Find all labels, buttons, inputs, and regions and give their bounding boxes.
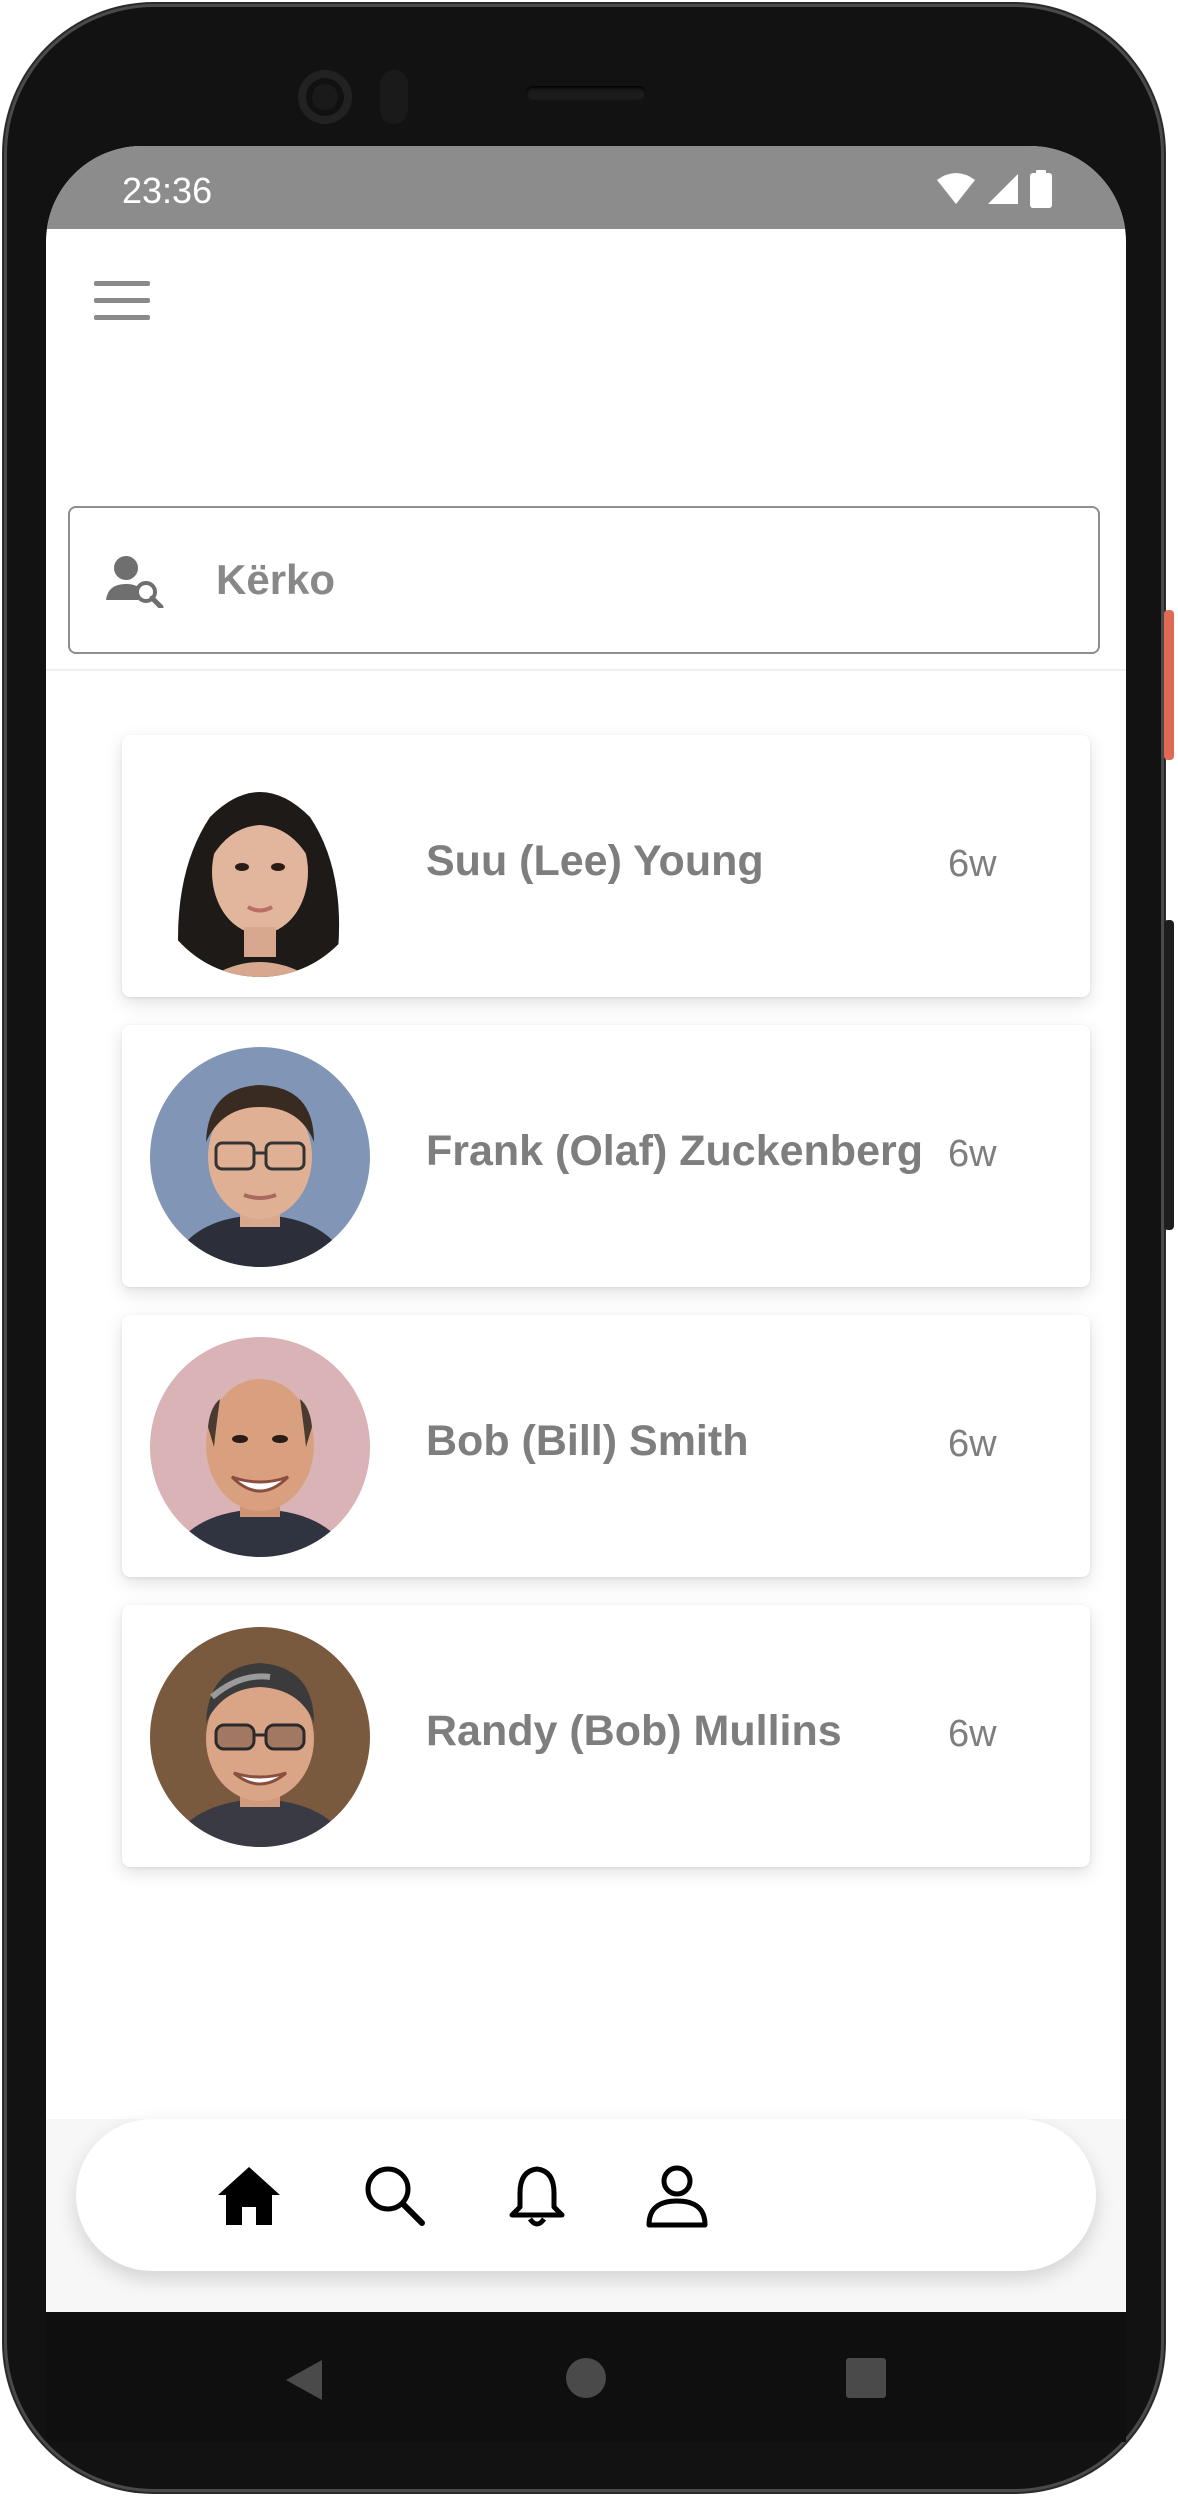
home-circle-icon[interactable] — [564, 2356, 608, 2400]
avatar — [150, 1047, 370, 1267]
recents-icon[interactable] — [844, 2356, 888, 2400]
status-icons — [936, 170, 1052, 208]
divider — [46, 669, 1126, 671]
contact-name: Randy (Bob) Mullins — [426, 1707, 842, 1755]
search-input[interactable]: Kërko — [68, 506, 1100, 654]
contact-card[interactable]: Frank (Olaf) Zuckenberg 6w — [122, 1025, 1090, 1287]
home-icon[interactable] — [214, 2161, 284, 2231]
phone-device: 23:36 Kërko Suu (Lee) Young 6w Frank (Ol… — [0, 0, 1178, 2498]
proximity-sensor — [380, 70, 408, 124]
system-nav-bar — [46, 2312, 1126, 2442]
profile-icon[interactable] — [642, 2161, 712, 2231]
contact-time: 6w — [948, 1713, 997, 1755]
search-icon[interactable] — [360, 2161, 430, 2231]
person-search-icon — [106, 556, 164, 608]
avatar — [150, 1627, 370, 1847]
search-placeholder: Kërko — [216, 556, 336, 603]
contact-time: 6w — [948, 843, 997, 885]
avatar — [150, 757, 370, 977]
front-camera — [298, 70, 352, 124]
menu-line — [94, 281, 150, 286]
bell-icon[interactable] — [502, 2161, 572, 2231]
contact-time: 6w — [948, 1133, 997, 1175]
menu-line — [94, 298, 150, 303]
bottom-nav — [76, 2119, 1096, 2271]
hamburger-menu-icon[interactable] — [94, 281, 150, 329]
wifi-icon — [937, 173, 975, 204]
power-button — [1164, 920, 1174, 1230]
avatar — [150, 1337, 370, 1557]
contact-time: 6w — [948, 1423, 997, 1465]
contact-card[interactable]: Randy (Bob) Mullins 6w — [122, 1605, 1090, 1867]
contact-name: Bob (Bill) Smith — [426, 1417, 749, 1465]
back-icon[interactable] — [282, 2358, 326, 2402]
contact-card[interactable]: Suu (Lee) Young 6w — [122, 735, 1090, 997]
contact-name: Frank (Olaf) Zuckenberg — [426, 1127, 923, 1175]
status-bar: 23:36 — [46, 146, 1126, 229]
volume-button — [1164, 610, 1174, 760]
status-time: 23:36 — [122, 170, 213, 211]
contact-card[interactable]: Bob (Bill) Smith 6w — [122, 1315, 1090, 1577]
contact-list: Suu (Lee) Young 6w Frank (Olaf) Zuckenbe… — [68, 677, 1104, 2147]
screen: 23:36 Kërko Suu (Lee) Young 6w Frank (Ol… — [46, 146, 1126, 2442]
cellular-signal-icon — [988, 174, 1018, 204]
app-content: Kërko Suu (Lee) Young 6w Frank (Olaf) Zu… — [46, 229, 1126, 2147]
earpiece-speaker — [526, 86, 646, 100]
battery-icon — [1030, 170, 1052, 208]
contact-name: Suu (Lee) Young — [426, 837, 764, 885]
menu-line — [94, 315, 150, 320]
